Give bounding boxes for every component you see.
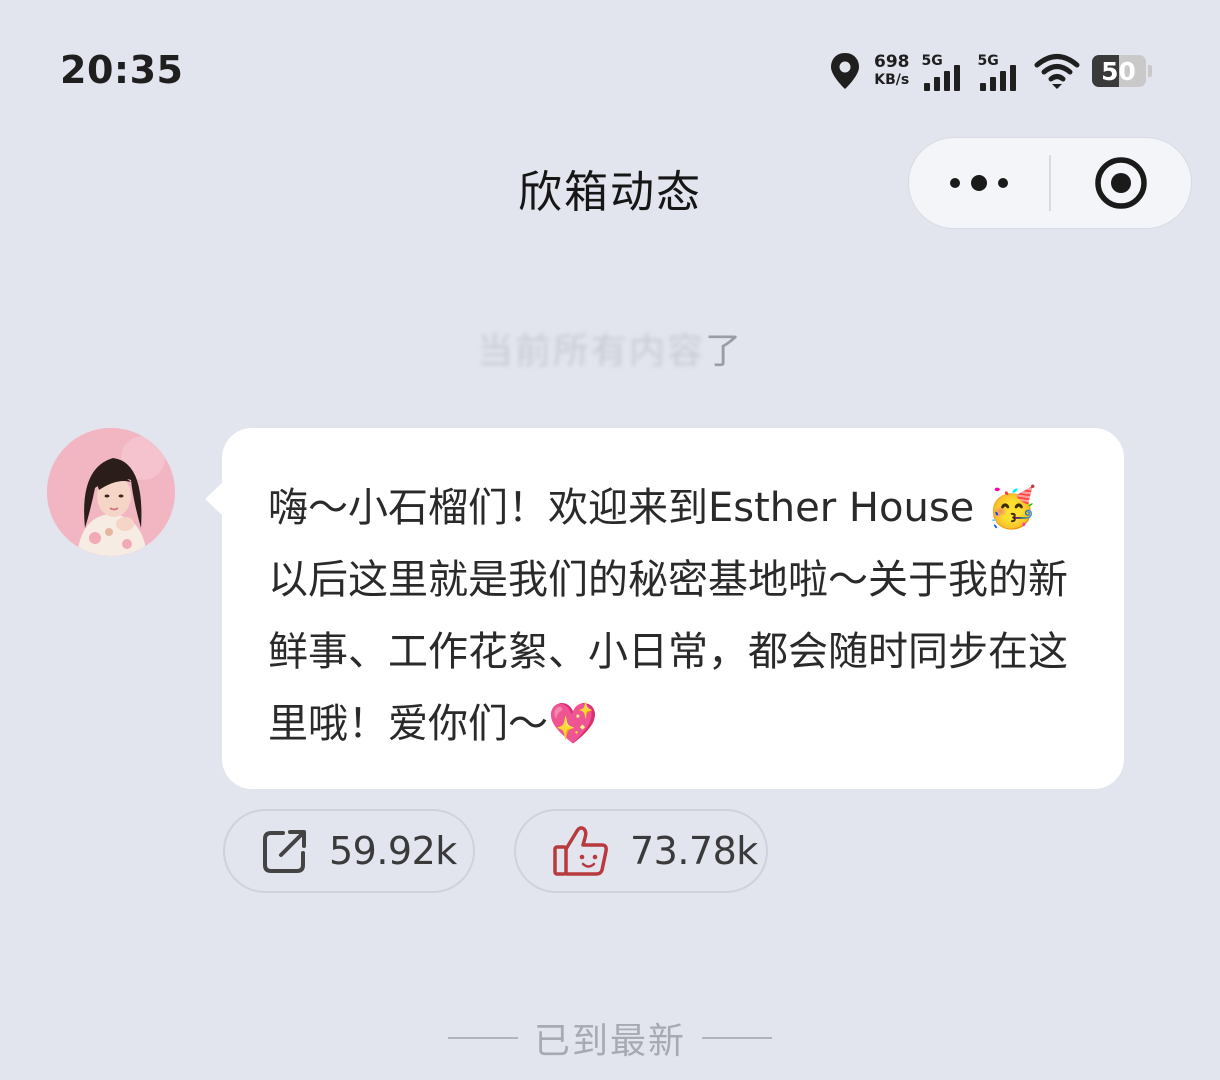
screen: 20:35 698 KB/s 5G 5G 50 欣箱动态 当前所有内容了 嗨～小… [0, 0, 1220, 1080]
signal-icon [979, 65, 1016, 91]
network-speed-unit: KB/s [874, 72, 910, 88]
like-count: 73.78k [630, 829, 758, 873]
message-bubble: 嗨～小石榴们！欢迎来到Esther House 🥳 以后这里就是我们的秘密基地啦… [205, 428, 1124, 789]
end-rule-right [702, 1037, 772, 1039]
mini-program-capsule [908, 137, 1192, 229]
more-button[interactable] [909, 138, 1049, 228]
faded-notice-ghost: 当前所有内容 [476, 331, 705, 372]
end-of-feed-indicator: 已到最新 [0, 1012, 1220, 1064]
battery-tip [1147, 65, 1152, 77]
signal-icon [923, 65, 960, 91]
avatar[interactable] [47, 428, 175, 556]
share-button[interactable]: 59.92k [223, 809, 475, 893]
network-speed-value: 698 [874, 52, 910, 72]
message-text: 嗨～小石榴们！欢迎来到Esther House 🥳 以后这里就是我们的秘密基地啦… [268, 485, 1068, 747]
end-of-feed-text: 已到最新 [533, 1021, 686, 1062]
share-count: 59.92k [329, 829, 457, 873]
target-circle-icon [1095, 157, 1147, 209]
status-icons: 698 KB/s 5G 5G 50 [828, 48, 1152, 94]
faded-notice-tail: 了 [705, 331, 744, 372]
more-dots-icon [950, 175, 1009, 191]
network-speed: 698 KB/s [874, 53, 910, 89]
share-icon [263, 830, 306, 873]
like-button[interactable]: 73.78k [514, 809, 768, 893]
signal-strength-1: 5G [922, 51, 966, 91]
avatar-image [47, 428, 175, 556]
thumbs-up-icon [553, 826, 608, 876]
wifi-icon [1034, 54, 1079, 89]
signal-strength-2: 5G [978, 51, 1022, 91]
close-button[interactable] [1051, 138, 1191, 228]
status-time: 20:35 [60, 48, 184, 92]
battery-icon: 50 [1091, 55, 1146, 87]
end-rule-left [447, 1037, 518, 1039]
location-icon [831, 53, 859, 89]
battery-percentage: 50 [1101, 56, 1136, 86]
faded-notice: 当前所有内容了 [0, 322, 1220, 374]
